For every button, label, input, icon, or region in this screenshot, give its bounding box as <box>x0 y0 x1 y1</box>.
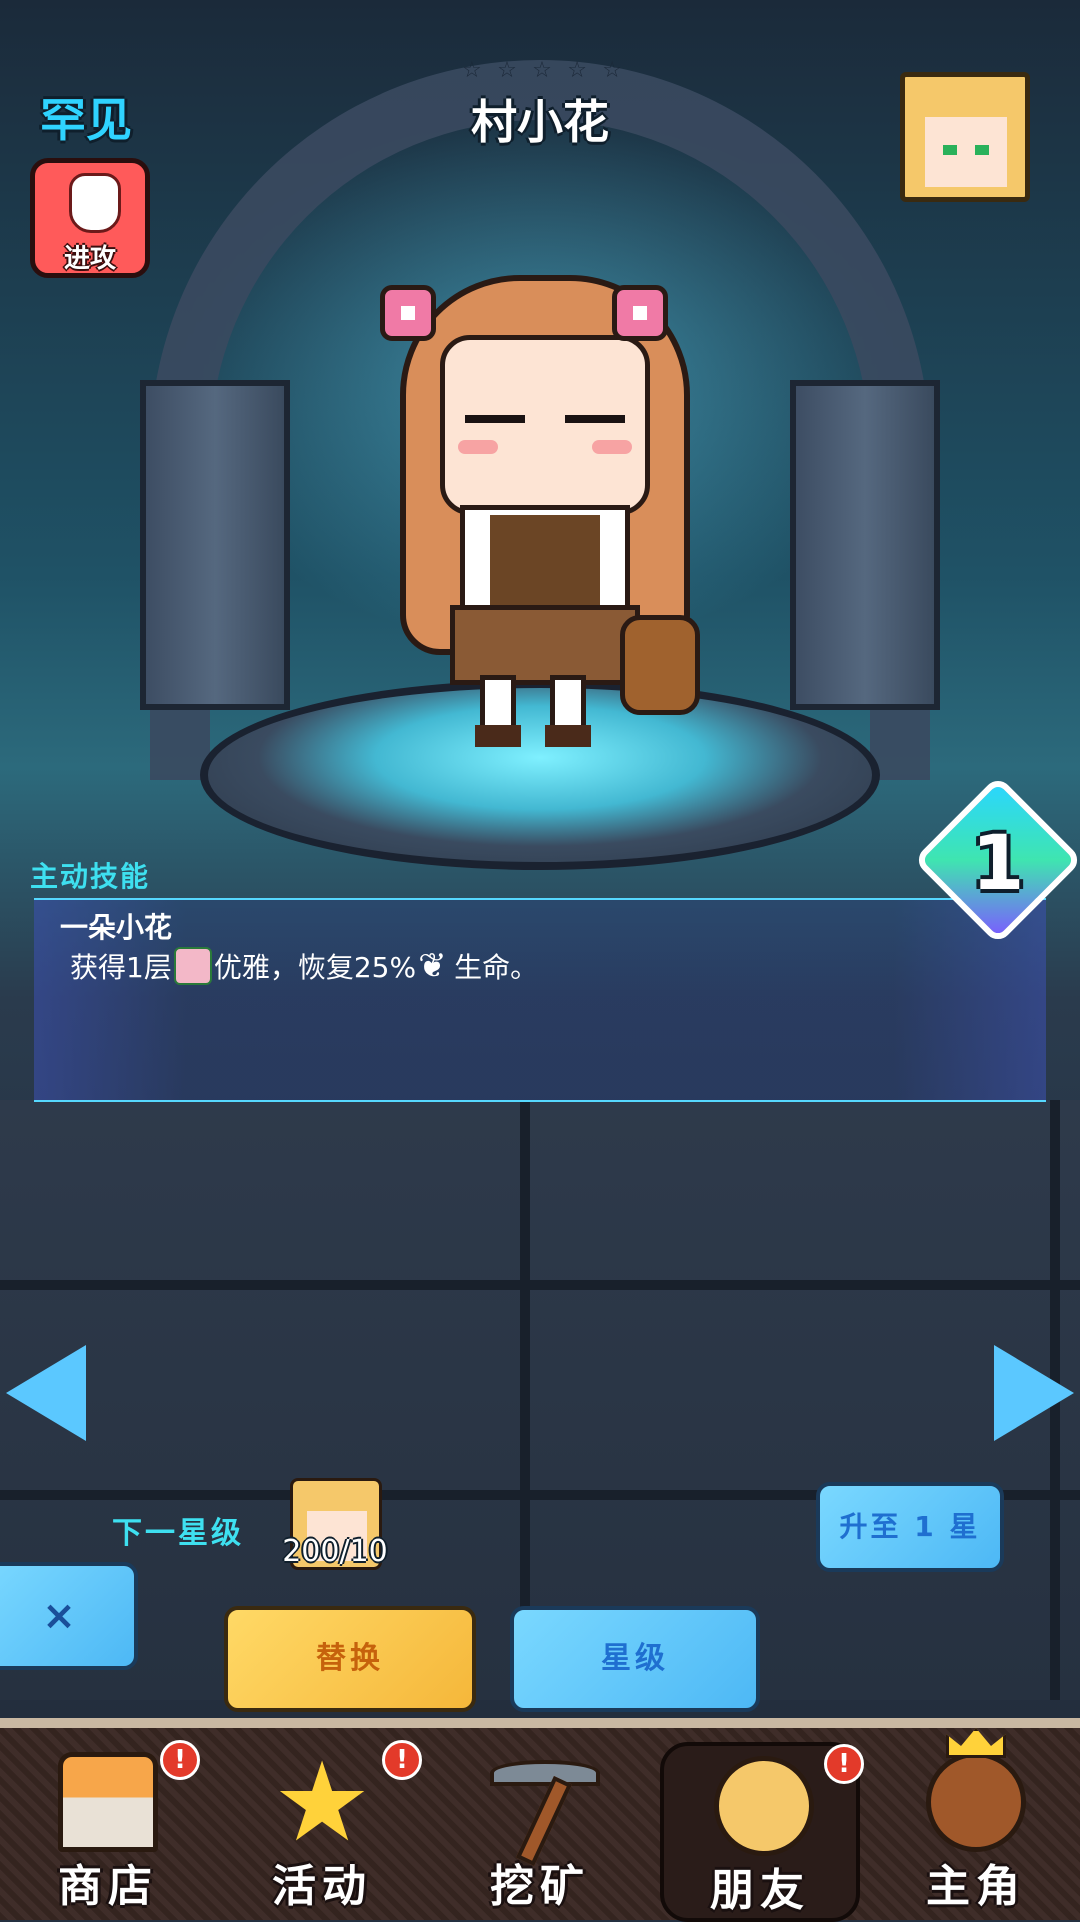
next-character-arrow-icon[interactable] <box>994 1345 1074 1441</box>
character-blush-left <box>458 440 498 454</box>
next-star-label: 下一星级 <box>112 1516 244 1551</box>
portrait-eye-left <box>943 145 957 155</box>
star-level-button[interactable]: 星级 <box>510 1606 760 1712</box>
heart-icon <box>418 951 452 981</box>
nav-label: 商店 <box>58 1861 158 1912</box>
shield-icon <box>69 173 121 233</box>
skill-level-number: 1 <box>971 818 1025 907</box>
friend-icon <box>714 1756 814 1856</box>
nav-item-shop[interactable]: ! 商店 <box>8 1740 208 1922</box>
right-pillar <box>790 380 940 710</box>
pickaxe-head <box>490 1760 600 1786</box>
shard-count: 200/10 <box>282 1534 388 1569</box>
crown-icon <box>946 1728 1006 1758</box>
character-name: 村小花 <box>471 95 609 149</box>
character-portrait-avatar[interactable] <box>900 72 1030 202</box>
skill-description: 获得1层 优雅，恢复25% 生命。 <box>70 946 538 986</box>
alert-badge: ! <box>382 1740 422 1780</box>
star-icon: ★ <box>272 1738 372 1866</box>
shop-icon <box>58 1752 158 1852</box>
nav-label: 主角 <box>926 1861 1026 1912</box>
character-eye-left <box>465 415 525 423</box>
alert-badge: ! <box>160 1740 200 1780</box>
skill-desc-part2: 优雅，恢复25% <box>213 951 417 984</box>
skill-desc-part3: 生命。 <box>454 951 539 984</box>
bottom-nav: ! 商店 ★ ! 活动 挖矿 ! 朋友 主角 <box>0 1718 1080 1922</box>
skill-name: 一朵小花 <box>60 911 173 944</box>
upgrade-star-button[interactable]: 升至 1 星 <box>816 1482 1004 1572</box>
star-icon: ☆ <box>532 58 552 83</box>
nav-label: 朋友 <box>710 1865 810 1916</box>
alert-badge: ! <box>824 1744 864 1784</box>
prev-character-arrow-icon[interactable] <box>6 1345 86 1441</box>
wing-icon <box>173 947 212 985</box>
attack-button[interactable]: 进攻 <box>30 158 150 278</box>
character-skirt <box>450 605 640 685</box>
skill-section-title: 主动技能 <box>30 860 151 893</box>
character-shoe-left <box>475 725 521 747</box>
portrait-eye-right <box>975 145 989 155</box>
nav-item-activity[interactable]: ★ ! 活动 <box>222 1738 422 1922</box>
pickaxe-icon <box>490 1752 600 1867</box>
character-blush-right <box>592 440 632 454</box>
hero-icon <box>926 1752 1026 1852</box>
character-face <box>440 335 650 515</box>
character-eye-right <box>565 415 625 423</box>
nav-item-hero[interactable]: 主角 <box>876 1728 1076 1922</box>
character-shoe-right <box>545 725 591 747</box>
attack-label: 进攻 <box>63 244 116 274</box>
star-icon: ☆ <box>567 58 587 83</box>
nav-label: 挖矿 <box>490 1861 590 1912</box>
close-button[interactable]: × <box>0 1562 138 1670</box>
hair-flower-right <box>612 285 668 341</box>
hair-flower-left <box>380 285 436 341</box>
skill-desc-part1: 获得1层 <box>70 951 172 984</box>
left-pillar <box>140 380 290 710</box>
star-icon: ☆ <box>462 58 482 83</box>
nav-label: 活动 <box>272 1861 372 1912</box>
rarity-label: 罕见 <box>40 93 132 147</box>
nav-item-mining[interactable]: 挖矿 <box>440 1742 640 1922</box>
skill-panel <box>34 898 1046 1102</box>
star-icon: ☆ <box>602 58 622 83</box>
star-rating: ☆ ☆ ☆ ☆ ☆ <box>462 58 622 83</box>
teddy-bear <box>620 615 700 715</box>
replace-button[interactable]: 替换 <box>224 1606 476 1712</box>
star-icon: ☆ <box>497 58 517 83</box>
nav-item-friends[interactable]: ! 朋友 <box>660 1742 864 1922</box>
character-sprite <box>380 255 710 747</box>
portrait-face <box>925 117 1007 187</box>
